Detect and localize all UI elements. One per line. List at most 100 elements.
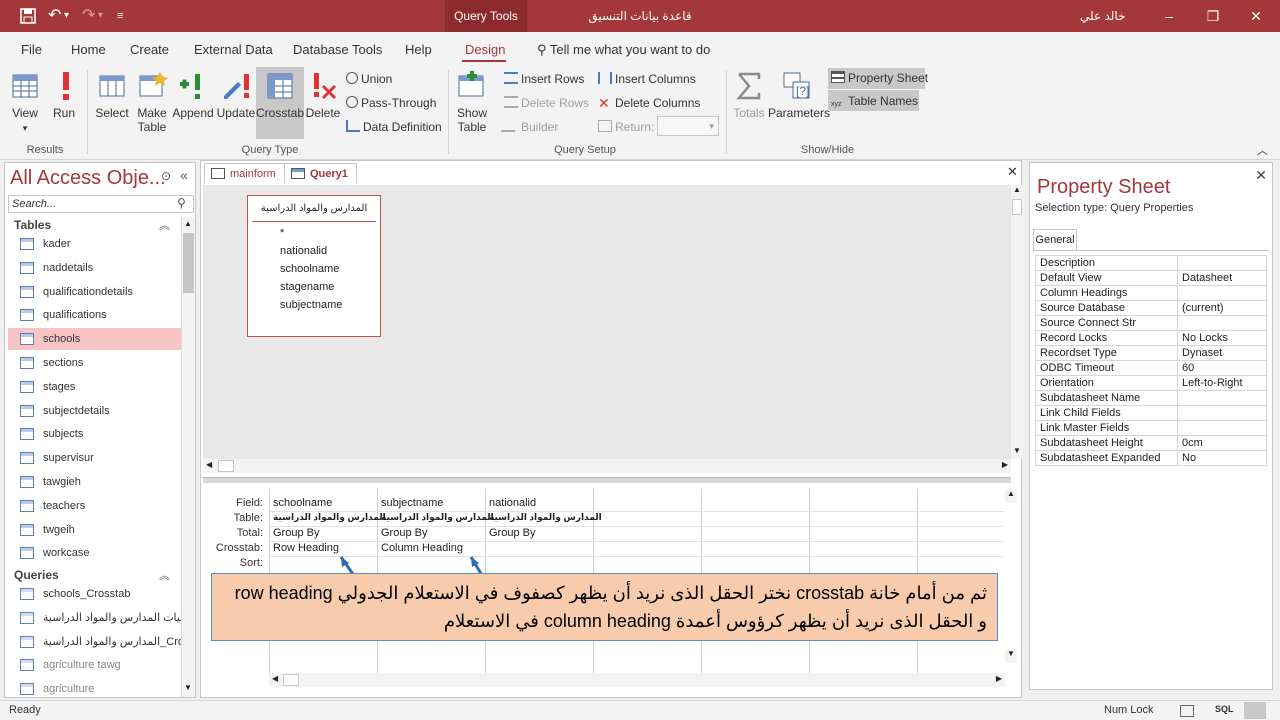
scroll-left-icon[interactable]: ◀ [272,674,278,683]
property-value[interactable]: No [1177,450,1267,466]
parameters-button[interactable]: [?] Parameters [768,70,830,120]
grid-cell-crosstab[interactable]: Row Heading [273,542,339,554]
nav-table-item[interactable]: subjects [8,423,181,445]
crosstab-button[interactable]: Crosstab [256,70,304,120]
nav-query-item[interactable]: schools_Crosstab [8,583,181,605]
make-table-button[interactable]: Make Table [134,70,170,134]
doc-tab-mainform[interactable]: mainform [204,163,285,183]
close-icon[interactable]: ✕ [1238,0,1274,32]
scroll-thumb[interactable] [218,460,234,472]
search-icon[interactable]: ⚲ [177,196,186,210]
run-button[interactable]: Run [50,70,78,120]
table-design-area[interactable]: المدارس والمواد الدراسية * nationalid scho… [203,185,1011,459]
grid-cell-crosstab[interactable]: Column Heading [381,542,463,554]
pass-through-button[interactable]: Pass-Through [346,96,436,110]
nav-search-input[interactable]: Search... [8,195,194,213]
shutter-bar-close-icon[interactable]: « [180,167,188,183]
nav-table-item[interactable]: qualificationdetails [8,281,181,303]
grid-cell-table[interactable]: المدارس والمواد الدراسية [489,512,602,523]
field-list-box[interactable]: المدارس والمواد الدراسية * nationalid scho… [247,195,381,337]
append-button[interactable]: Append [172,70,214,120]
nav-table-item[interactable]: teachers [8,495,181,517]
grid-cell-table[interactable]: المدارس والمواد الدراسية [381,512,494,523]
property-row[interactable]: Column Headings [1035,285,1267,301]
grid-cell-field[interactable]: nationalid [489,497,536,509]
field-list-item[interactable]: stagename [248,278,380,296]
property-value[interactable]: 0cm [1177,435,1267,451]
scroll-up-icon[interactable]: ▲ [1005,489,1017,503]
property-row[interactable]: Description [1035,255,1267,271]
property-value[interactable] [1177,390,1267,406]
property-row[interactable]: Subdatasheet Height 0cm [1035,435,1267,451]
tab-home[interactable]: Home [71,42,106,57]
collapse-queries-icon[interactable]: ︽ [159,567,170,583]
grid-cell-field[interactable]: subjectname [381,497,443,509]
grid-cell-total[interactable]: Group By [489,527,535,539]
queries-section-header[interactable]: Queries [14,568,59,582]
collapse-tables-icon[interactable]: ︽ [159,217,170,233]
grid-cell-total[interactable]: Group By [273,527,319,539]
property-sheet-button[interactable]: Property Sheet [831,71,928,85]
nav-table-item[interactable]: workcase [8,542,181,564]
scroll-right-icon[interactable]: ▶ [1002,460,1008,469]
property-value[interactable] [1177,420,1267,436]
property-row[interactable]: Source Database (current) [1035,300,1267,316]
nav-table-item[interactable]: stages [8,376,181,398]
user-name[interactable]: خالد علي [1080,0,1126,32]
insert-columns-button[interactable]: Insert Columns [598,72,696,86]
property-value[interactable] [1177,255,1267,271]
scroll-thumb[interactable] [283,674,299,686]
tab-help[interactable]: Help [405,42,432,57]
builder-button[interactable]: Builder [500,120,558,134]
customize-toolbar-icon[interactable]: ≡ [117,0,123,32]
tell-me-box[interactable]: ⚲ Tell me what you want to do [537,42,710,58]
scroll-thumb[interactable] [1012,199,1022,215]
property-row[interactable]: Recordset Type Dynaset [1035,345,1267,361]
close-property-sheet-icon[interactable]: ✕ [1255,167,1267,184]
return-dropdown[interactable]: ▾ [657,116,719,136]
tab-file[interactable]: File [21,42,42,57]
datasheet-view-icon[interactable] [1180,705,1194,717]
field-list-title[interactable]: المدارس والمواد الدراسية [252,196,376,222]
scroll-up-icon[interactable]: ▲ [1011,185,1023,194]
property-value[interactable]: Dynaset [1177,345,1267,361]
scroll-up-icon[interactable]: ▲ [184,219,192,228]
select-query-button[interactable]: Select [94,70,130,120]
close-doc-icon[interactable]: ✕ [1007,164,1018,180]
save-icon[interactable] [20,0,36,32]
nav-table-item[interactable]: supervisur [8,447,181,469]
redo-dropdown-icon[interactable]: ▾ [98,0,103,32]
update-button[interactable]: Update [216,70,256,120]
property-row[interactable]: Orientation Left-to-Right [1035,375,1267,391]
design-view-icon[interactable] [1244,702,1266,719]
nav-query-item[interactable]: احصائيات المدارس والمواد الدراسية [8,607,181,629]
property-row[interactable]: Default View Datasheet [1035,270,1267,286]
nav-scrollbar[interactable]: ▲ ▼ [181,217,195,697]
tab-general[interactable]: General [1033,229,1077,251]
design-horizontal-scrollbar[interactable]: ◀ ▶ [203,459,1011,473]
property-row[interactable]: Source Connect Str [1035,315,1267,331]
show-table-button[interactable]: Show Table [454,70,490,134]
nav-pane-title[interactable]: All Access Obje... [10,167,166,190]
property-value[interactable] [1177,285,1267,301]
restore-icon[interactable]: ❐ [1195,0,1231,32]
property-value[interactable]: 60 [1177,360,1267,376]
totals-button[interactable]: Totals [732,70,766,120]
grid-cell-total[interactable]: Group By [381,527,427,539]
property-row[interactable]: Link Master Fields [1035,420,1267,436]
nav-table-item[interactable]: qualifications [8,304,181,326]
data-definition-button[interactable]: Data Definition [346,120,442,134]
table-names-button[interactable]: xyz Table Names [831,94,918,114]
minimize-icon[interactable]: – [1151,0,1187,32]
grid-cell-field[interactable]: schoolname [273,497,332,509]
property-value[interactable] [1177,405,1267,421]
nav-table-item[interactable]: schools [8,328,181,351]
property-value[interactable]: No Locks [1177,330,1267,346]
design-vertical-scrollbar[interactable]: ▲ ▼ [1011,185,1023,459]
undo-icon[interactable]: ↶ [48,0,61,32]
delete-rows-button[interactable]: Delete Rows [504,96,589,110]
scroll-right-icon[interactable]: ▶ [996,674,1002,683]
scroll-down-icon[interactable]: ▼ [1005,649,1017,663]
scroll-thumb[interactable] [183,233,194,293]
scroll-down-icon[interactable]: ▼ [184,683,192,692]
